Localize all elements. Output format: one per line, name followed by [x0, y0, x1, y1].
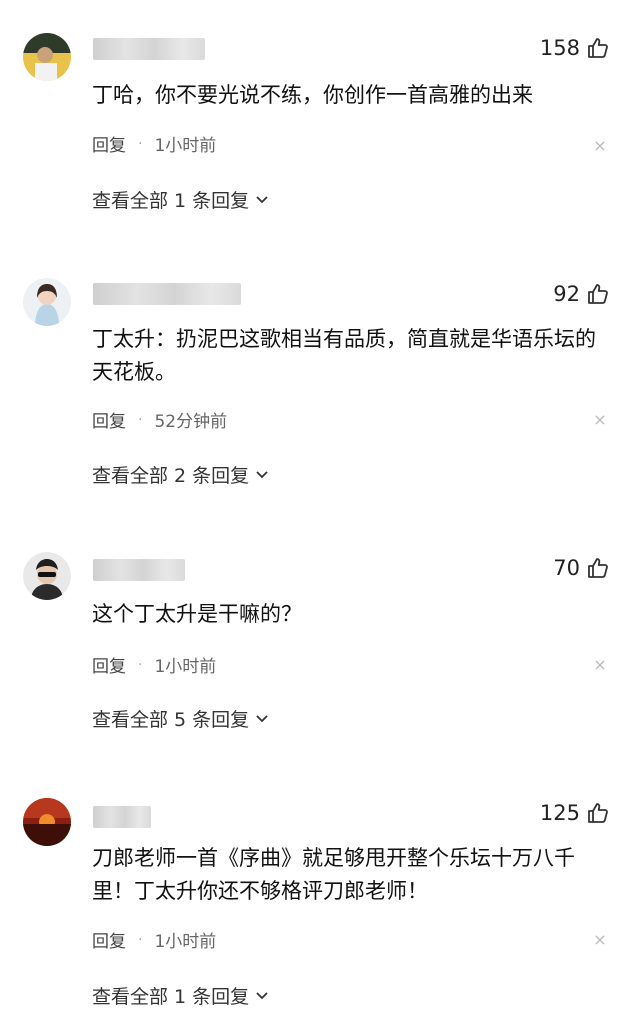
- like-count: 70: [553, 556, 580, 580]
- thumbs-up-icon: [586, 556, 610, 580]
- timestamp: 1小时前: [154, 657, 217, 677]
- chevron-down-icon: [255, 714, 269, 724]
- timestamp: 52分钟前: [154, 412, 228, 432]
- comment-meta: 回复 · 1小时前: [92, 652, 217, 678]
- view-replies-label: 查看全部 1 条回复: [92, 986, 250, 1008]
- username-blurred[interactable]: [93, 559, 185, 581]
- separator-dot: ·: [138, 135, 143, 152]
- comment-text: 刀郎老师一首《序曲》就足够甩开整个乐坛十万八千里！丁太升你还不够格评刀郎老师！: [92, 846, 575, 903]
- view-replies-button[interactable]: 查看全部 2 条回复: [92, 461, 269, 488]
- view-replies-label: 查看全部 2 条回复: [92, 465, 250, 487]
- thumbs-up-icon: [586, 36, 610, 60]
- reply-button[interactable]: 回复: [92, 407, 126, 432]
- avatar[interactable]: [23, 552, 71, 600]
- close-icon[interactable]: ×: [593, 657, 607, 673]
- timestamp: 1小时前: [154, 932, 217, 952]
- avatar[interactable]: [23, 33, 71, 81]
- chevron-down-icon: [255, 195, 269, 205]
- view-replies-button[interactable]: 查看全部 1 条回复: [92, 186, 269, 213]
- comment-text: 丁太升：扔泥巴这歌相当有品质，简直就是华语乐坛的天花板。: [92, 327, 596, 384]
- like-button[interactable]: 125: [540, 801, 610, 825]
- username-blurred[interactable]: [93, 38, 205, 60]
- view-replies-button[interactable]: 查看全部 1 条回复: [92, 982, 269, 1009]
- separator-dot: ·: [138, 411, 143, 428]
- avatar[interactable]: [23, 278, 71, 326]
- like-count: 92: [553, 282, 580, 306]
- like-button[interactable]: 92: [553, 282, 610, 306]
- comment-meta: 回复 · 1小时前: [92, 927, 217, 953]
- comment-text: 丁哈，你不要光说不练，你创作一首高雅的出来: [92, 83, 533, 107]
- like-button[interactable]: 158: [540, 36, 610, 60]
- like-count: 125: [539, 801, 580, 825]
- separator-dot: ·: [138, 656, 143, 673]
- view-replies-button[interactable]: 查看全部 5 条回复: [92, 705, 269, 732]
- separator-dot: ·: [138, 931, 143, 948]
- close-icon[interactable]: ×: [593, 138, 607, 154]
- like-count: 158: [539, 36, 580, 60]
- avatar[interactable]: [23, 798, 71, 846]
- chevron-down-icon: [255, 991, 269, 1001]
- view-replies-label: 查看全部 5 条回复: [92, 709, 250, 731]
- username-blurred[interactable]: [93, 806, 151, 828]
- timestamp: 1小时前: [154, 136, 217, 156]
- thumbs-up-icon: [586, 282, 610, 306]
- reply-button[interactable]: 回复: [92, 652, 126, 677]
- chevron-down-icon: [255, 470, 269, 480]
- comment-meta: 回复 · 1小时前: [92, 131, 217, 157]
- username-blurred[interactable]: [93, 283, 241, 305]
- thumbs-up-icon: [586, 801, 610, 825]
- like-button[interactable]: 70: [553, 556, 610, 580]
- comment-text: 这个丁太升是干嘛的？: [92, 602, 302, 626]
- reply-button[interactable]: 回复: [92, 927, 126, 952]
- close-icon[interactable]: ×: [593, 932, 607, 948]
- comment-meta: 回复 · 52分钟前: [92, 407, 228, 433]
- close-icon[interactable]: ×: [593, 412, 607, 428]
- view-replies-label: 查看全部 1 条回复: [92, 190, 250, 212]
- reply-button[interactable]: 回复: [92, 131, 126, 156]
